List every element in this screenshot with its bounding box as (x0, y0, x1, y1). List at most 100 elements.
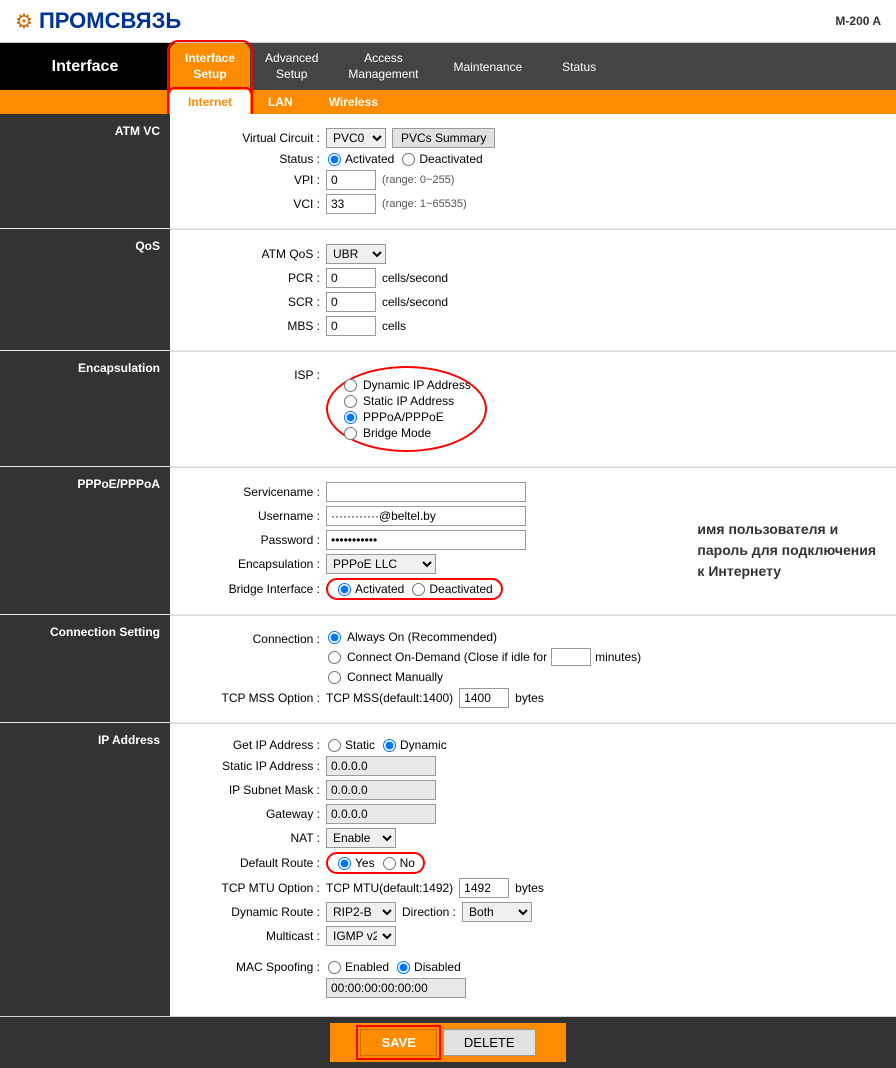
username-row: Username : (190, 506, 677, 526)
vci-label: VCI : (190, 197, 320, 211)
dynamic-radio[interactable] (383, 739, 396, 752)
virtual-circuit-select[interactable]: PVC0 (326, 128, 386, 148)
pppoa-pppoe-label[interactable]: PPPoA/PPPoE (342, 410, 471, 424)
nat-select[interactable]: Enable Disable (326, 828, 396, 848)
gateway-input[interactable] (326, 804, 436, 824)
tab-status[interactable]: Status (542, 43, 616, 90)
sub-tab-internet[interactable]: Internet (170, 90, 250, 114)
dynamic-radio-label[interactable]: Dynamic (381, 738, 447, 752)
no-radio[interactable] (383, 857, 396, 870)
mac-spoofing-row: MAC Spoofing : Enabled Disabled (190, 960, 876, 974)
multicast-select[interactable]: IGMP v2 IGMP v1 Disabled (326, 926, 396, 946)
bridge-activated-label[interactable]: Activated (336, 582, 404, 596)
tcp-mtu-input[interactable] (459, 878, 509, 898)
always-on-label[interactable]: Always On (Recommended) (326, 630, 641, 644)
tab-access-management[interactable]: Access Management (333, 43, 433, 90)
atm-qos-row: ATM QoS : UBR (190, 244, 876, 264)
static-radio[interactable] (328, 739, 341, 752)
yes-radio-label[interactable]: Yes (336, 856, 375, 870)
nav-interface: Interface (0, 43, 170, 90)
pcr-input[interactable] (326, 268, 376, 288)
connection-setting-section: Connection Setting Connection : Always O… (0, 615, 896, 722)
dynamic-ip-label[interactable]: Dynamic IP Address (342, 378, 471, 392)
tcp-mss-input[interactable] (459, 688, 509, 708)
direction-select[interactable]: Both In Only Out Only (462, 902, 532, 922)
mac-enabled-radio[interactable] (328, 961, 341, 974)
connect-on-demand-radio[interactable] (328, 651, 341, 664)
static-ip-label[interactable]: Static IP Address (342, 394, 471, 408)
ip-address-body: Get IP Address : Static Dynamic Static I… (170, 723, 896, 1016)
multicast-row: Multicast : IGMP v2 IGMP v1 Disabled (190, 926, 876, 946)
status-activated-label[interactable]: Activated (326, 152, 394, 166)
connect-manually-radio[interactable] (328, 671, 341, 684)
isp-options: Dynamic IP Address Static IP Address PPP… (326, 366, 487, 452)
always-on-radio[interactable] (328, 631, 341, 644)
status-activated-radio[interactable] (328, 153, 341, 166)
mac-disabled-radio[interactable] (397, 961, 410, 974)
dynamic-route-select[interactable]: RIP2-B RIP1 RIP2-M (326, 902, 396, 922)
sub-tab-lan[interactable]: LAN (250, 90, 311, 114)
mac-address-input[interactable]: 00:00:00:00:00:00 (326, 978, 466, 998)
pppoa-pppoe-radio[interactable] (344, 411, 357, 424)
tab-interface-setup[interactable]: Interface Setup (170, 43, 250, 90)
nat-label: NAT : (190, 831, 320, 845)
yes-radio[interactable] (338, 857, 351, 870)
sub-tab-wireless[interactable]: Wireless (311, 90, 396, 114)
atm-qos-select[interactable]: UBR (326, 244, 386, 264)
username-input[interactable] (326, 506, 526, 526)
tcp-mtu-label: TCP MTU Option : (190, 881, 320, 895)
mac-address-row: 00:00:00:00:00:00 (190, 978, 876, 998)
scr-unit: cells/second (382, 295, 448, 309)
mbs-input[interactable] (326, 316, 376, 336)
bridge-deactivated-radio[interactable] (412, 583, 425, 596)
encapsulation-label: Encapsulation (0, 351, 170, 466)
vci-input[interactable] (326, 194, 376, 214)
vci-range: (range: 1~65535) (382, 198, 467, 210)
static-ip-radio[interactable] (344, 395, 357, 408)
subnet-mask-label: IP Subnet Mask : (190, 783, 320, 797)
bridge-deactivated-label[interactable]: Deactivated (410, 582, 492, 596)
tab-maintenance[interactable]: Maintenance (433, 43, 542, 90)
tcp-mss-unit: bytes (515, 691, 544, 705)
main-content: ATM VC Virtual Circuit : PVC0 PVCs Summa… (0, 114, 896, 1016)
pvcs-summary-btn[interactable]: PVCs Summary (392, 128, 495, 148)
bridge-mode-radio[interactable] (344, 427, 357, 440)
subnet-mask-input[interactable] (326, 780, 436, 800)
idle-time-input[interactable] (551, 648, 591, 666)
status-deactivated-label[interactable]: Deactivated (400, 152, 482, 166)
encap-label: Encapsulation : (190, 557, 320, 571)
bridge-interface-label: Bridge Interface : (190, 582, 320, 596)
direction-label: Direction : (402, 905, 456, 919)
servicename-row: Servicename : (190, 482, 677, 502)
vpi-input[interactable] (326, 170, 376, 190)
connect-manually-label[interactable]: Connect Manually (326, 670, 641, 684)
mac-disabled-label[interactable]: Disabled (395, 960, 461, 974)
encap-select[interactable]: PPPoE LLC (326, 554, 436, 574)
servicename-label: Servicename : (190, 485, 320, 499)
delete-button[interactable]: DELETE (443, 1029, 536, 1056)
save-button[interactable]: SAVE (360, 1029, 436, 1056)
tcp-mss-label: TCP MSS Option : (190, 691, 320, 705)
scr-input[interactable] (326, 292, 376, 312)
ip-address-label: IP Address (0, 723, 170, 1016)
bridge-activated-radio[interactable] (338, 583, 351, 596)
vci-row: VCI : (range: 1~65535) (190, 194, 876, 214)
qos-body: ATM QoS : UBR PCR : cells/second SCR : c… (170, 229, 896, 350)
default-route-label: Default Route : (190, 856, 320, 870)
no-radio-label[interactable]: No (381, 856, 415, 870)
bridge-mode-label[interactable]: Bridge Mode (342, 426, 471, 440)
status-deactivated-radio[interactable] (402, 153, 415, 166)
password-input[interactable] (326, 530, 526, 550)
connection-row: Connection : Always On (Recommended) Con… (190, 630, 876, 684)
connect-on-demand-label[interactable]: Connect On-Demand (Close if idle for min… (326, 648, 641, 666)
default-route-row: Default Route : Yes No (190, 852, 876, 874)
static-ip-input[interactable] (326, 756, 436, 776)
tab-advanced-setup[interactable]: Advanced Setup (250, 43, 333, 90)
servicename-input[interactable] (326, 482, 526, 502)
static-radio-label[interactable]: Static (326, 738, 375, 752)
dynamic-ip-radio[interactable] (344, 379, 357, 392)
sub-nav: Internet LAN Wireless (0, 90, 896, 114)
mac-enabled-label[interactable]: Enabled (326, 960, 389, 974)
vpi-row: VPI : (range: 0~255) (190, 170, 876, 190)
atm-vc-body: Virtual Circuit : PVC0 PVCs Summary Stat… (170, 114, 896, 228)
